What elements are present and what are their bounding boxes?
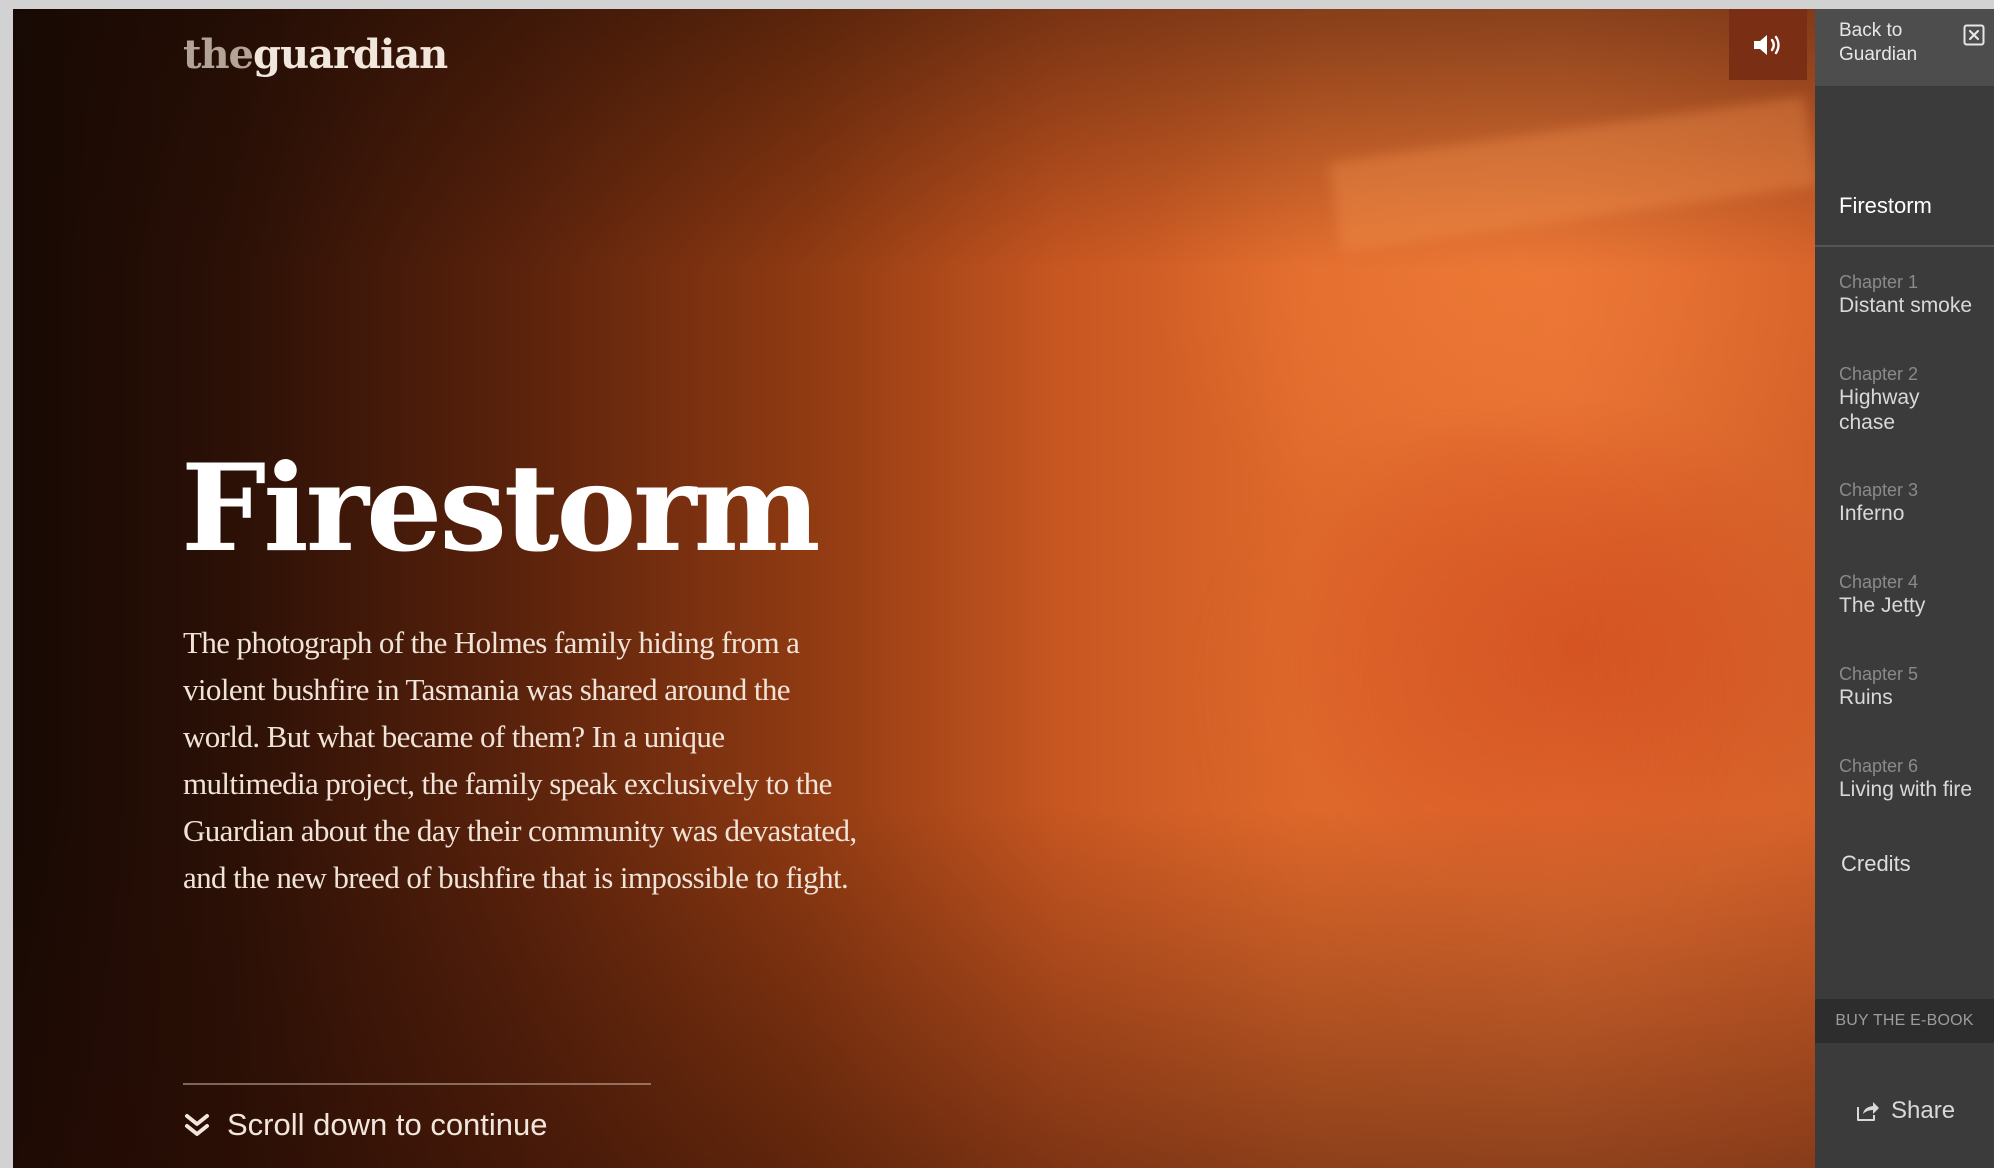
back-to-guardian-label: Back to Guardian xyxy=(1839,20,1918,65)
logo-name: guardian xyxy=(253,31,448,78)
sidebar-item-chapter-1[interactable]: Chapter 1 Distant smoke xyxy=(1839,271,1989,318)
sidebar-item-credits[interactable]: Credits xyxy=(1841,851,1911,877)
sidebar-item-chapter-2[interactable]: Chapter 2 Highway chase xyxy=(1839,363,1949,435)
chapter-name: Ruins xyxy=(1839,686,1893,709)
chapter-number: Chapter 2 xyxy=(1839,364,1919,384)
chapter-number: Chapter 3 xyxy=(1839,480,1919,500)
back-to-guardian-button[interactable]: Back to Guardian xyxy=(1815,9,1994,86)
chapter-number: Chapter 5 xyxy=(1839,664,1919,684)
scroll-down-label: Scroll down to continue xyxy=(227,1107,548,1142)
scroll-divider xyxy=(183,1083,651,1085)
hero-section: theguardian Firestorm The photograph of … xyxy=(13,9,1815,1168)
page-title: Firestorm xyxy=(181,438,821,579)
chapter-sidebar: Back to Guardian Firestorm Chapter 1 Dis… xyxy=(1815,9,1994,1168)
sidebar-item-chapter-5[interactable]: Chapter 5 Ruins xyxy=(1839,663,1989,710)
chapter-name: Inferno xyxy=(1839,502,1905,525)
chapter-name: The Jetty xyxy=(1839,594,1926,617)
speaker-icon xyxy=(1754,34,1780,55)
sound-toggle-button[interactable] xyxy=(1729,9,1807,80)
share-label: Share xyxy=(1891,1097,1956,1124)
buy-ebook-button[interactable]: BUY THE E-BOOK xyxy=(1815,999,1994,1043)
sidebar-divider xyxy=(1815,245,1994,247)
sidebar-item-chapter-4[interactable]: Chapter 4 The Jetty xyxy=(1839,571,1989,618)
chevron-double-down-icon xyxy=(185,1114,209,1136)
standfirst: The photograph of the Holmes family hidi… xyxy=(183,625,857,895)
guardian-logo[interactable]: theguardian xyxy=(183,31,448,78)
chapter-number: Chapter 6 xyxy=(1839,756,1919,776)
chapter-number: Chapter 4 xyxy=(1839,572,1919,592)
sidebar-item-firestorm[interactable]: Firestorm xyxy=(1815,181,1994,251)
share-icon xyxy=(1857,1102,1879,1121)
sidebar-item-chapter-6[interactable]: Chapter 6 Living with fire xyxy=(1839,755,1989,802)
logo-prefix: the xyxy=(183,31,254,78)
chapter-number: Chapter 1 xyxy=(1839,272,1919,292)
close-icon[interactable] xyxy=(1963,24,1985,46)
sidebar-title-label: Firestorm xyxy=(1839,193,1932,218)
chapter-name: Living with fire xyxy=(1839,778,1973,801)
chapter-name: Distant smoke xyxy=(1839,294,1973,317)
share-button[interactable]: Share xyxy=(1855,1097,1955,1125)
chapter-name: Highway chase xyxy=(1839,386,1920,434)
page-frame: theguardian Firestorm The photograph of … xyxy=(13,9,1994,1168)
sidebar-item-chapter-3[interactable]: Chapter 3 Inferno xyxy=(1839,479,1989,526)
scroll-down-link[interactable]: Scroll down to continue xyxy=(183,1107,548,1143)
